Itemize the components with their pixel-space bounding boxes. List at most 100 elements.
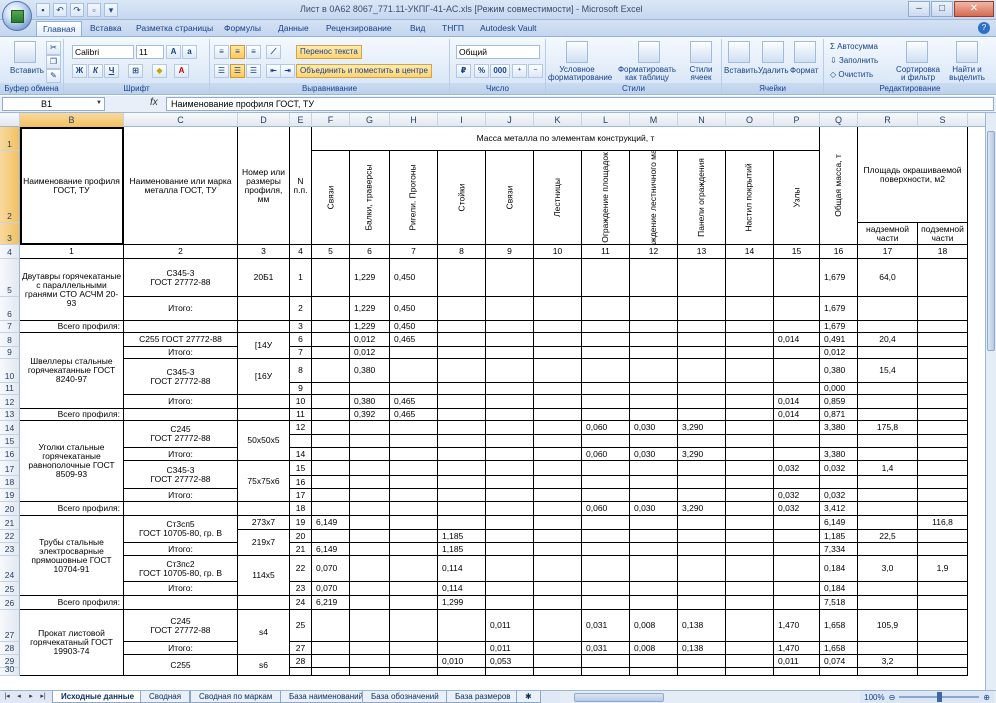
cell-m28[interactable]: 0,008 [630,642,678,655]
cell-j7[interactable] [486,321,534,333]
undo-icon[interactable]: ↶ [53,3,67,17]
cell-k27[interactable] [534,610,582,642]
row-header-5[interactable]: 5 [0,259,20,297]
cell-q20[interactable]: 3,412 [820,502,858,516]
cell-n23[interactable] [678,543,726,556]
cell-g19[interactable] [350,489,390,502]
cell-o15[interactable] [726,435,774,448]
cell-l22[interactable] [582,530,630,543]
cell-m19[interactable] [630,489,678,502]
cell-d29[interactable]: s6 [238,655,290,676]
cell-m21[interactable] [630,516,678,530]
cell-p10[interactable] [774,359,820,383]
header-profile-size[interactable]: Номер или размеры профиля, мм [238,127,290,245]
column-number-6[interactable]: 6 [350,245,390,259]
cell-f5[interactable] [312,259,350,297]
paste-icon[interactable] [14,41,36,63]
cell-r17[interactable]: 1,4 [858,461,918,476]
cell-p5[interactable] [774,259,820,297]
cell-l19[interactable] [582,489,630,502]
cell-q6[interactable]: 1,679 [820,297,858,321]
cell-d7[interactable] [238,321,290,333]
delete-cells-icon[interactable] [762,41,784,63]
cell-e18[interactable]: 16 [290,476,312,489]
cell-i10[interactable] [438,359,486,383]
cell-n7[interactable] [678,321,726,333]
select-all-corner[interactable] [0,113,20,127]
thousands-button[interactable]: 000 [490,64,510,78]
cell-q12[interactable]: 0,859 [820,395,858,409]
cell-o25[interactable] [726,582,774,596]
cell-i22[interactable]: 1,185 [438,530,486,543]
cell-s28[interactable] [918,642,968,655]
cell-k23[interactable] [534,543,582,556]
align-middle-icon[interactable]: ≡ [230,45,245,59]
cell-g23[interactable] [350,543,390,556]
cell-f9[interactable] [312,347,350,359]
cell-s7[interactable] [918,321,968,333]
column-header-m[interactable]: M [630,113,678,127]
cell-g18[interactable] [350,476,390,489]
cell-j13[interactable] [486,409,534,421]
cell-e22[interactable]: 20 [290,530,312,543]
cell-n26[interactable] [678,596,726,610]
cell-g29[interactable] [350,655,390,668]
cell-r10[interactable]: 15,4 [858,359,918,383]
cell-m29[interactable] [630,655,678,668]
cell-n21[interactable] [678,516,726,530]
cell-g14[interactable] [350,421,390,435]
cell-e26[interactable]: 24 [290,596,312,610]
cell-g5[interactable]: 1,229 [350,259,390,297]
wrap-text-button[interactable]: Перенос текста [296,45,362,59]
cell-s22[interactable] [918,530,968,543]
cell-l28[interactable]: 0,031 [582,642,630,655]
save-icon[interactable]: ▪ [36,3,50,17]
cell-r26[interactable] [858,596,918,610]
cell-c16[interactable]: Итого: [124,448,238,461]
cell-r24[interactable]: 3,0 [858,556,918,582]
cell-q30[interactable] [820,668,858,676]
cell-r30[interactable] [858,668,918,676]
tab-tngp[interactable]: ТНГП [436,21,470,36]
cell-d20[interactable] [238,502,290,516]
column-header-f[interactable]: F [312,113,350,127]
cell-p9[interactable] [774,347,820,359]
cell-l17[interactable] [582,461,630,476]
cell-q24[interactable]: 0,184 [820,556,858,582]
help-icon[interactable]: ? [978,22,990,34]
cell-q9[interactable]: 0,012 [820,347,858,359]
cell-h21[interactable] [390,516,438,530]
font-name-select[interactable]: Calibri [72,45,134,59]
cell-r23[interactable] [858,543,918,556]
column-header-i[interactable]: I [438,113,486,127]
cell-h5[interactable]: 0,450 [390,259,438,297]
cell-d22[interactable]: 219х7 [238,530,290,556]
column-number-11[interactable]: 11 [582,245,630,259]
cell-d5[interactable]: 20Б1 [238,259,290,297]
cell-s19[interactable] [918,489,968,502]
cell-s17[interactable] [918,461,968,476]
cell-o24[interactable] [726,556,774,582]
cell-h26[interactable] [390,596,438,610]
column-header-o[interactable]: O [726,113,774,127]
align-center-icon[interactable]: ☰ [230,64,245,78]
cell-k25[interactable] [534,582,582,596]
cell-j17[interactable] [486,461,534,476]
cell-k10[interactable] [534,359,582,383]
cell-i28[interactable] [438,642,486,655]
cell-l21[interactable] [582,516,630,530]
column-number-13[interactable]: 13 [678,245,726,259]
maximize-icon[interactable]: □ [931,1,953,17]
cell-r12[interactable] [858,395,918,409]
row-header-6[interactable]: 6 [0,297,20,321]
cell-r20[interactable] [858,502,918,516]
cell-g25[interactable] [350,582,390,596]
cell-k11[interactable] [534,383,582,395]
cell-q27[interactable]: 1,658 [820,610,858,642]
column-number-3[interactable]: 3 [238,245,290,259]
cell-q10[interactable]: 0,380 [820,359,858,383]
cell-p24[interactable] [774,556,820,582]
decrease-decimal-icon[interactable]: ⁻ [528,64,543,78]
cell-l6[interactable] [582,297,630,321]
cell-m11[interactable] [630,383,678,395]
